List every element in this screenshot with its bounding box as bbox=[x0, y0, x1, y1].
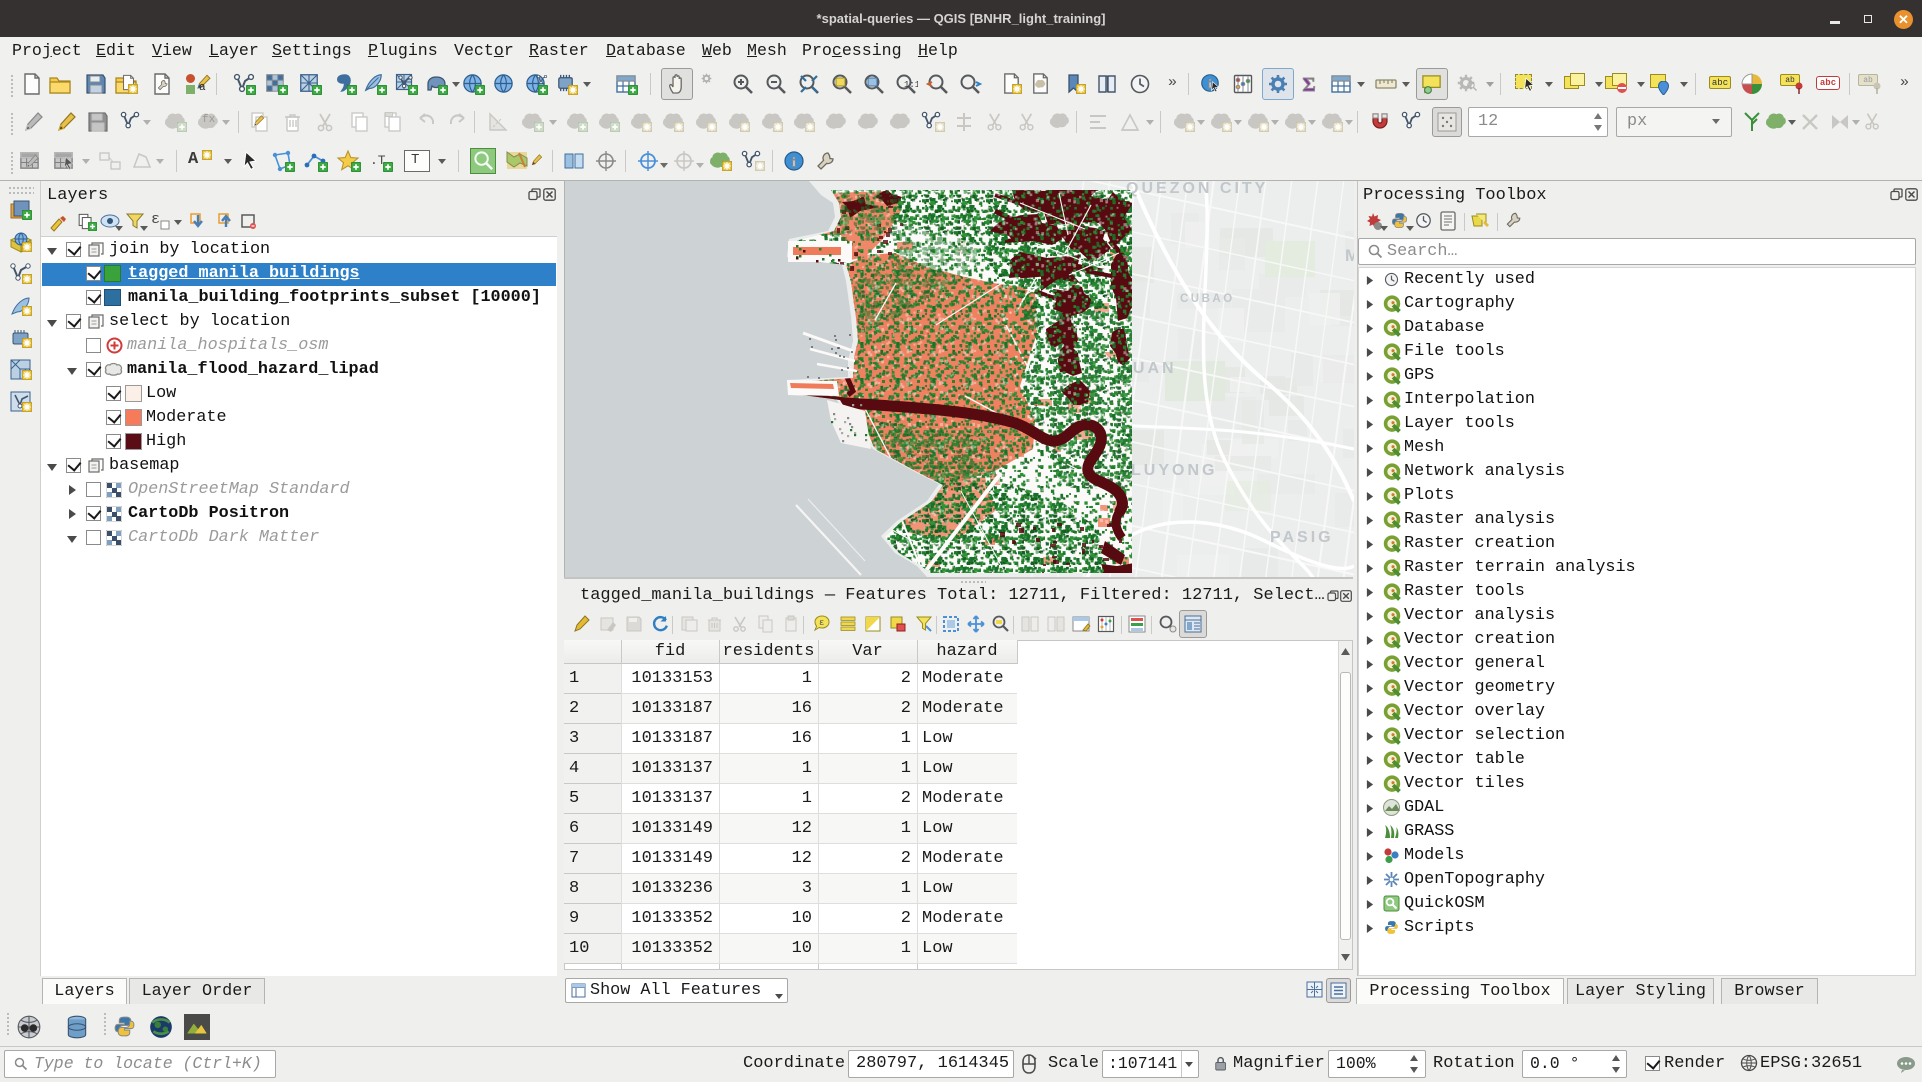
svg-text:QUEZON CITY: QUEZON CITY bbox=[1126, 181, 1268, 197]
svg-text:CUBAO: CUBAO bbox=[1180, 293, 1235, 305]
svg-text:LUYONG: LUYONG bbox=[1131, 462, 1217, 479]
svg-text:ε: ε bbox=[819, 618, 824, 628]
svg-text:PASIG: PASIG bbox=[1270, 529, 1334, 546]
svg-text:1:1: 1:1 bbox=[904, 80, 918, 90]
svg-text:M: M bbox=[1345, 246, 1354, 265]
